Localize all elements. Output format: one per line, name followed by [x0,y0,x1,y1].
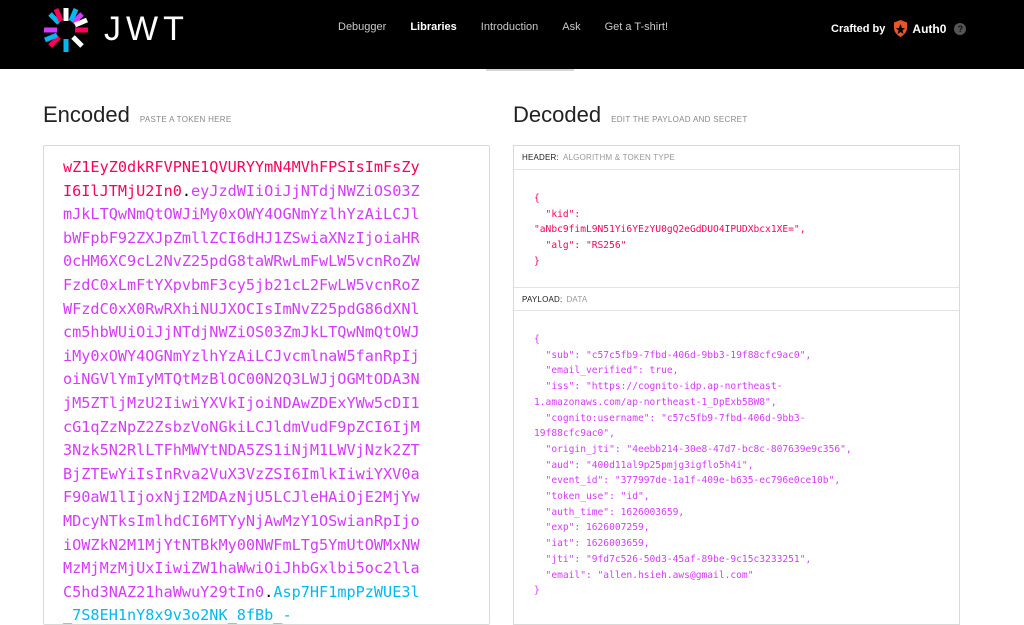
header-label: HEADER: [522,153,559,162]
json-line: { [534,193,540,204]
encoded-line: cm5hbWUiOiJjNTdjNWZiOS03ZmJkLTQwNmQtOWJ [63,321,473,345]
crafted-by[interactable]: Crafted by Auth0 ? [831,20,967,37]
token-segment: . [264,582,274,601]
token-segment: oiNGVlYmIyMTQtMzBlOC00N2Q3LWJjOGMtODA3N [63,370,420,389]
encoded-line: bWFpbF92ZXJpZmllZCI6dHJ1ZSwiaXNzIjoiaHR [63,227,473,251]
nav-libraries[interactable]: Libraries [410,21,456,33]
help-icon[interactable]: ? [954,22,967,35]
json-line: "exp": 1626007259, [534,522,650,534]
token-segment: WFzdC0xX0RwRXhiNUJXOCIsImNvZ25pdG86dXNl [63,299,420,318]
decoded-title: Decoded [513,102,602,127]
header-json-editor[interactable]: { "kid": "aNbc9fimL9N51Yi6YEzYU0gQ2eGdDUO… [514,170,959,287]
active-tab-indicator [486,69,574,71]
token-segment: FzdC0xLmFtYXpvbmF3cy5jb21cL2FwLW5vcnRoZ [63,275,420,294]
encoded-line: MzMjMzMjUxIiwiZW1haWwiOiJhbGxlbi5oc2lla [63,557,473,581]
encoded-line: jM5ZTljMzU2IiwiYXVkIjoiNDAwZDExYWw5cDI1 [63,392,473,416]
json-line: "token_use": "id", [534,491,650,503]
crafted-by-label: Crafted by [831,22,886,35]
encoded-line: 3Nzk5N2RlLTFhMWYtNDA5ZS1iNjM1LWVjNzk2ZT [63,439,473,463]
encoded-line: _7S8EH1nY8x9v3o2NK_8fBb_- [63,604,473,625]
encoded-line: 0cHM6XC9cL2NvZ25pdG8taWRwLmFwLW5vcnRoZW [63,250,473,274]
json-line: } [534,255,540,267]
encoded-line: BjZTEwYiIsInRva2VuX3VzZSI6ImlkIiwiYXV0a [63,463,473,487]
token-segment: I6IlJTMjU2In0 [63,181,182,200]
token-segment: cm5hbWUiOiJjNTdjNWZiOS03ZmJkLTQwNmQtOWJ [63,323,420,342]
header-panel-label: HEADER: ALGORITHM & TOKEN TYPE [514,146,959,170]
nav-get-tshirt[interactable]: Get a T-shirt! [605,21,668,33]
nav-debugger[interactable]: Debugger [338,21,386,33]
json-line: "origin_jti": "4eebb214-30e8-47d7-bc8c-8… [534,443,852,455]
token-segment: _7S8EH1nY8x9v3o2NK_8fBb_- [63,606,292,625]
decoded-panel: HEADER: ALGORITHM & TOKEN TYPE { "kid": "… [513,145,960,625]
token-segment: eyJzdWIiOiJjNTdjNWZiOS03Z [191,181,420,200]
encoded-line: iOWZkN2M1MjYtNTBkMy00NWFmLTg5YmUtOWMxNW [63,534,473,558]
json-line: "cognito:username": "c57c5fb9-7fbd-406d-… [534,412,806,424]
decoded-heading: Decoded EDIT THE PAYLOAD AND SECRET [513,102,748,128]
json-line: 19f88cfc9ac0", [534,428,615,440]
encoded-line: F90aW1lIjoxNjI2MDAzNjU5LCJleHAiOjE2MjYw [63,486,473,510]
encoded-subtitle: PASTE A TOKEN HERE [139,115,232,124]
auth0-shield-icon [894,20,908,37]
json-line: 1.amazonaws.com/ap-northeast-1_DpExb5BW8… [534,396,777,408]
json-line: "kid": [534,208,581,220]
encoded-line: FzdC0xLmFtYXpvbmF3cy5jb21cL2FwLW5vcnRoZ [63,274,473,298]
json-line: "aNbc9fimL9N51Yi6YEzYU0gQ2eGdDUO4IPUDXbc… [534,224,806,236]
token-segment: bWFpbF92ZXJpZmllZCI6dHJ1ZSwiaXNzIjoiaHR [63,228,420,247]
token-segment: iOWZkN2M1MjYtNTBkMy00NWFmLTg5YmUtOWMxNW [63,535,420,554]
encoded-heading: Encoded PASTE A TOKEN HERE [43,102,232,128]
token-segment: MzMjMzMjUxIiwiZW1haWwiOiJhbGxlbi5oc2lla [63,559,420,578]
token-segment: MDcyNTksImlhdCI6MTYyNjAwMzY1OSwianRpIjo [63,511,420,530]
json-line: "alg": "RS256" [534,240,627,252]
auth0-brand: Auth0 [912,21,947,36]
jwt-logo-icon[interactable] [42,6,90,54]
encoded-line: oiNGVlYmIyMTQtMzBlOC00N2Q3LWJjOGMtODA3N [63,368,473,392]
payload-json-editor[interactable]: { "sub": "c57c5fb9-7fbd-406d-9bb3-19f88c… [514,311,959,599]
token-segment: BjZTEwYiIsInRva2VuX3VzZSI6ImlkIiwiYXV0a [63,464,420,483]
nav-introduction[interactable]: Introduction [481,21,538,33]
encoded-token-textarea[interactable]: wZ1EyZ0dkRFVPNE1QVURYYmN4MVhFPSIsImFsZy I… [43,145,490,625]
encoded-line: iMy0xOWY4OGNmYzlhYzAiLCJvcmlnaW5fanRpIj [63,345,473,369]
logo-text[interactable]: JWT [104,10,189,49]
header-sublabel: ALGORITHM & TOKEN TYPE [562,153,675,162]
json-line: "jti": "9fd7c526-50d3-45af-89be-9c15c323… [534,553,812,565]
json-line: } [534,585,540,597]
encoded-line: I6IlJTMjU2In0.eyJzdWIiOiJjNTdjNWZiOS03Z [63,180,473,204]
token-segment: Asp7HF1mpPzWUE3l [273,582,420,601]
json-line: "aud": "400d11al9p25pmjg3igflo5h4i", [534,459,754,471]
main-nav: Debugger Libraries Introduction Ask Get … [338,21,692,33]
token-segment: jM5ZTljMzU2IiwiYXVkIjoiNDAwZDExYWw5cDI1 [63,393,420,412]
json-line: "email": "allen.hsieh.aws@gmail.com" [534,569,754,581]
encoded-title: Encoded [43,102,130,127]
payload-label: PAYLOAD: [522,294,563,304]
encoded-line: mJkLTQwNmQtOWJiMy0xOWY4OGNmYzlhYzAiLCJl [63,203,473,227]
token-segment: mJkLTQwNmQtOWJiMy0xOWY4OGNmYzlhYzAiLCJl [63,205,420,224]
token-segment: cG1qZzNpZ2ZsbzVoNGkiLCJldmVudF9pZCI6IjM [63,417,420,436]
token-segment: iMy0xOWY4OGNmYzlhYzAiLCJvcmlnaW5fanRpIj [63,346,420,365]
encoded-line: C5hd3NAZ21haWwuY29tIn0.Asp7HF1mpPzWUE3l [63,581,473,605]
encoded-line: WFzdC0xX0RwRXhiNUJXOCIsImNvZ25pdG86dXNl [63,298,473,322]
json-line: "iat": 1626003659, [534,538,650,550]
token-segment: C5hd3NAZ21haWwuY29tIn0 [63,582,265,601]
json-line: "event_id": "377997de-1a1f-409e-b635-ec7… [534,475,841,487]
token-segment: 0cHM6XC9cL2NvZ25pdG8taWRwLmFwLW5vcnRoZW [63,252,420,271]
encoded-token-text[interactable]: wZ1EyZ0dkRFVPNE1QVURYYmN4MVhFPSIsImFsZy I… [63,156,473,625]
json-line: "iss": "https://cognito-idp.ap-northeast… [534,381,783,393]
encoded-line: MDcyNTksImlhdCI6MTYyNjAwMzY1OSwianRpIjo [63,510,473,534]
json-line: { [534,334,540,345]
json-line: "sub": "c57c5fb9-7fbd-406d-9bb3-19f88cfc… [534,349,812,361]
json-line: "auth_time": 1626003659, [534,506,685,518]
payload-panel-label: PAYLOAD: DATA [514,287,959,311]
nav-ask[interactable]: Ask [562,21,580,33]
encoded-line: cG1qZzNpZ2ZsbzVoNGkiLCJldmVudF9pZCI6IjM [63,416,473,440]
top-navbar: JWT Debugger Libraries Introduction Ask … [0,0,1024,69]
token-segment: wZ1EyZ0dkRFVPNE1QVURYYmN4MVhFPSIsImFsZy [63,158,420,176]
payload-sublabel: DATA [566,294,588,304]
encoded-line: wZ1EyZ0dkRFVPNE1QVURYYmN4MVhFPSIsImFsZy [63,156,473,180]
token-segment: 3Nzk5N2RlLTFhMWYtNDA5ZS1iNjM1LWVjNzk2ZT [63,441,420,460]
token-segment: . [181,181,192,200]
token-segment: F90aW1lIjoxNjI2MDAzNjU5LCJleHAiOjE2MjYw [63,488,420,507]
json-line: "email_verified": true, [534,365,679,377]
decoded-subtitle: EDIT THE PAYLOAD AND SECRET [611,115,748,124]
